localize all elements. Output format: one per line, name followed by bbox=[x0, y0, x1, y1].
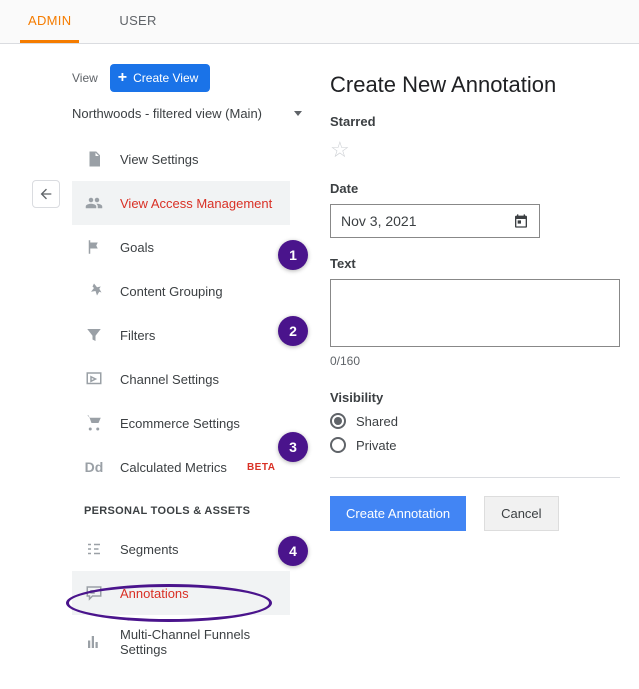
section-personal-tools: PERSONAL TOOLS & ASSETS bbox=[72, 489, 290, 527]
dd-icon: Dd bbox=[84, 457, 104, 477]
cart-icon bbox=[84, 413, 104, 433]
menu-label: Multi-Channel Funnels Settings bbox=[120, 627, 278, 657]
menu-label: Annotations bbox=[120, 586, 189, 601]
menu-label: View Settings bbox=[120, 152, 199, 167]
page-title: Create New Annotation bbox=[330, 72, 620, 98]
channel-icon bbox=[84, 369, 104, 389]
segments-icon bbox=[84, 539, 104, 559]
view-dropdown-value: Northwoods - filtered view (Main) bbox=[72, 106, 262, 121]
people-icon bbox=[84, 193, 104, 213]
radio-label: Shared bbox=[356, 414, 398, 429]
step-badge-2: 2 bbox=[278, 316, 308, 346]
menu-label: Ecommerce Settings bbox=[120, 416, 240, 431]
menu-annotations[interactable]: Annotations bbox=[72, 571, 290, 615]
radio-icon bbox=[330, 413, 346, 429]
step-badge-3: 3 bbox=[278, 432, 308, 462]
tab-admin[interactable]: ADMIN bbox=[20, 1, 79, 43]
step-badge-1: 1 bbox=[278, 240, 308, 270]
radio-private[interactable]: Private bbox=[330, 437, 620, 453]
menu-calculated-metrics[interactable]: Dd Calculated Metrics BETA bbox=[72, 445, 290, 489]
page-icon bbox=[84, 149, 104, 169]
radio-shared[interactable]: Shared bbox=[330, 413, 620, 429]
date-input[interactable]: Nov 3, 2021 bbox=[330, 204, 540, 238]
menu-channel-settings[interactable]: Channel Settings bbox=[72, 357, 290, 401]
flag-icon bbox=[84, 237, 104, 257]
divider bbox=[330, 477, 620, 478]
radio-label: Private bbox=[356, 438, 396, 453]
back-button[interactable] bbox=[32, 180, 60, 208]
funnel-icon bbox=[84, 632, 104, 652]
date-label: Date bbox=[330, 181, 620, 196]
create-view-label: Create View bbox=[133, 71, 198, 85]
cancel-button[interactable]: Cancel bbox=[484, 496, 558, 531]
menu-label: Filters bbox=[120, 328, 155, 343]
calendar-icon bbox=[513, 213, 529, 229]
menu-content-grouping[interactable]: Content Grouping bbox=[72, 269, 290, 313]
char-counter: 0/160 bbox=[330, 354, 620, 368]
view-dropdown[interactable]: Northwoods - filtered view (Main) bbox=[72, 100, 302, 127]
radio-icon bbox=[330, 437, 346, 453]
menu-view-access[interactable]: View Access Management bbox=[72, 181, 290, 225]
back-arrow-icon bbox=[38, 186, 54, 202]
plus-icon: + bbox=[118, 70, 127, 86]
menu-goals[interactable]: Goals bbox=[72, 225, 290, 269]
menu-label: Channel Settings bbox=[120, 372, 219, 387]
star-toggle[interactable]: ☆ bbox=[330, 137, 350, 163]
menu-label: Goals bbox=[120, 240, 154, 255]
tab-user[interactable]: USER bbox=[111, 1, 164, 43]
menu-label: Calculated Metrics bbox=[120, 460, 227, 475]
create-view-button[interactable]: + Create View bbox=[110, 64, 211, 92]
create-annotation-button[interactable]: Create Annotation bbox=[330, 496, 466, 531]
date-value: Nov 3, 2021 bbox=[341, 213, 417, 229]
menu-ecommerce[interactable]: Ecommerce Settings bbox=[72, 401, 290, 445]
menu-label: Segments bbox=[120, 542, 179, 557]
group-icon bbox=[84, 281, 104, 301]
menu-label: View Access Management bbox=[120, 196, 272, 211]
starred-label: Starred bbox=[330, 114, 620, 129]
step-badge-4: 4 bbox=[278, 536, 308, 566]
beta-badge: BETA bbox=[247, 462, 275, 473]
text-input[interactable] bbox=[330, 279, 620, 347]
menu-label: Content Grouping bbox=[120, 284, 223, 299]
annotation-icon bbox=[84, 583, 104, 603]
menu-segments[interactable]: Segments bbox=[72, 527, 290, 571]
menu-filters[interactable]: Filters bbox=[72, 313, 290, 357]
view-label: View bbox=[72, 71, 98, 85]
menu-view-settings[interactable]: View Settings bbox=[72, 137, 290, 181]
text-label: Text bbox=[330, 256, 620, 271]
filter-icon bbox=[84, 325, 104, 345]
visibility-label: Visibility bbox=[330, 390, 620, 405]
menu-mcf[interactable]: Multi-Channel Funnels Settings bbox=[72, 615, 290, 669]
